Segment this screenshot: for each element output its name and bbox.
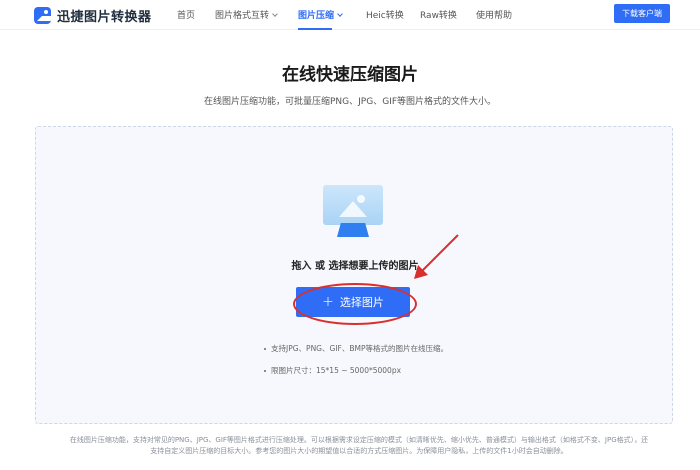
- nav-format-convert[interactable]: 图片格式互转: [215, 8, 278, 21]
- active-tab-indicator: [298, 28, 332, 30]
- top-header: 迅捷图片转换器 首页 图片格式互转 图片压缩 Heic转换 Raw转换 使用帮助…: [0, 0, 700, 30]
- nav-heic-convert[interactable]: Heic转换: [366, 8, 404, 21]
- hint-formats: 支持JPG、PNG、GIF、BMP等格式的图片在线压缩。: [264, 343, 448, 357]
- chevron-down-icon: [337, 11, 343, 17]
- chevron-down-icon: [272, 11, 278, 17]
- upload-hints: 支持JPG、PNG、GIF、BMP等格式的图片在线压缩。 限图片尺寸：15*15…: [264, 343, 448, 387]
- logo[interactable]: 迅捷图片转换器: [34, 6, 152, 25]
- page-subtitle: 在线图片压缩功能，可批量压缩PNG、JPG、GIF等图片格式的文件大小。: [204, 97, 496, 107]
- nav-raw-convert[interactable]: Raw转换: [420, 8, 457, 21]
- upload-prompt: 拖入 或 选择想要上传的图片: [291, 261, 419, 272]
- logo-text: 迅捷图片转换器: [57, 10, 152, 25]
- page-title: 在线快速压缩图片: [282, 65, 418, 85]
- annotation-ellipse: [293, 283, 417, 325]
- image-upload-icon: [323, 185, 383, 239]
- upload-dropzone[interactable]: 拖入 或 选择想要上传的图片 + 选择图片 支持JPG、PNG、GIF、BMP等…: [35, 126, 673, 424]
- nav-help[interactable]: 使用帮助: [476, 8, 512, 21]
- nav-home[interactable]: 首页: [177, 8, 195, 21]
- logo-image-icon: [34, 7, 51, 24]
- hint-size-limit: 限图片尺寸：15*15 ~ 5000*5000px: [264, 365, 448, 379]
- nav-image-compress[interactable]: 图片压缩: [298, 8, 343, 21]
- footer-description: 在线图片压缩功能，支持对常见的PNG、JPG、GIF等图片格式进行压缩处理。可以…: [69, 436, 649, 455]
- download-client-button[interactable]: 下载客户端: [614, 4, 670, 23]
